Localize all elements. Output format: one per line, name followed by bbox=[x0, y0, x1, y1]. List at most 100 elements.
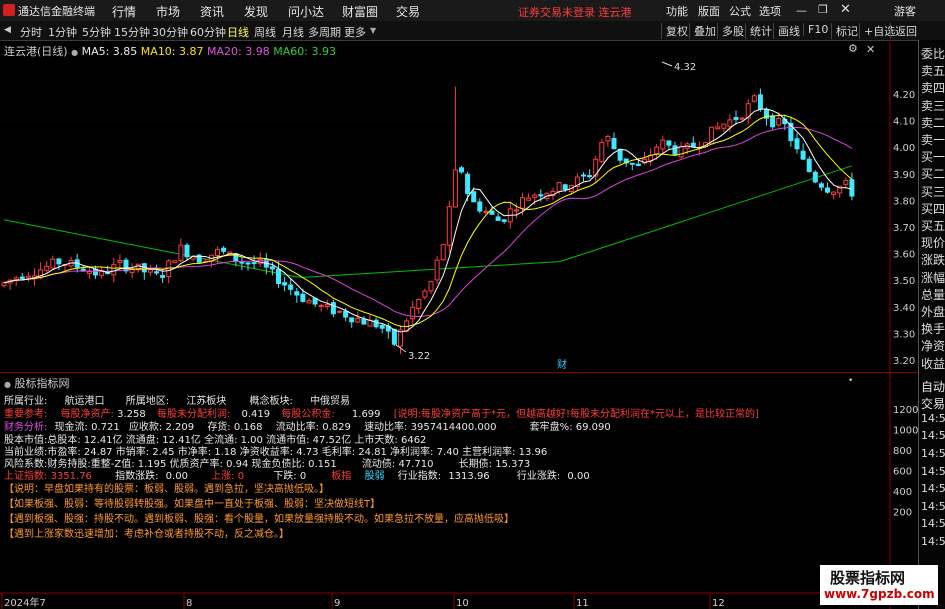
menu-formula[interactable]: 公式 bbox=[729, 3, 751, 19]
candle bbox=[154, 271, 159, 274]
side-panel-item[interactable]: 买三 bbox=[921, 183, 945, 200]
candle bbox=[440, 244, 446, 261]
period-daily[interactable]: 日线 bbox=[227, 24, 249, 40]
ma60-line bbox=[3, 165, 853, 278]
side-panel-item[interactable]: 14:5 bbox=[921, 535, 945, 548]
quote-side-panel[interactable]: 委比 卖五 卖四 卖三 卖二 卖一 买一 买二 买三 买四 买五 现价 涨跌 涨幅 总量 外盘 换手 净资 收益自动… bbox=[918, 40, 945, 609]
side-panel-item[interactable]: 买四 bbox=[921, 200, 945, 217]
note-2: 【如果板强、股弱：等待股弱转股强。如果盘中一直处于板强、股弱：坚决做短线T】 bbox=[4, 499, 381, 510]
side-panel-item[interactable]: 换手 bbox=[921, 320, 945, 337]
side-panel-item[interactable]: 买二 bbox=[921, 165, 945, 182]
side-panel-item[interactable]: 买五 bbox=[921, 217, 945, 234]
candle bbox=[111, 264, 117, 276]
price-tick: 3.40 bbox=[893, 303, 915, 314]
side-panel-item[interactable]: 涨幅 bbox=[921, 269, 945, 286]
menu-options[interactable]: 选项 bbox=[759, 3, 781, 19]
side-panel-item[interactable]: 涨跌 bbox=[921, 251, 945, 268]
close-icon[interactable]: ✕ bbox=[840, 2, 851, 17]
side-panel-item[interactable]: 卖二 bbox=[921, 114, 945, 131]
guest-button[interactable]: 游客 bbox=[894, 3, 916, 19]
menu-ask[interactable]: 问小达 bbox=[288, 3, 324, 20]
panel-divider[interactable] bbox=[0, 372, 918, 373]
side-panel-item[interactable]: 14:5 bbox=[921, 429, 945, 442]
site-watermark: 股票指标网 www.7gpzb.com bbox=[820, 565, 938, 605]
menu-wealth[interactable]: 财富圈 bbox=[342, 3, 378, 20]
candle bbox=[495, 216, 501, 221]
side-panel-item[interactable]: 卖一 bbox=[921, 131, 945, 148]
menu-discover[interactable]: 发现 bbox=[244, 3, 268, 20]
candle bbox=[556, 182, 562, 192]
side-panel-item[interactable]: 净资 bbox=[921, 337, 945, 354]
toolbar-mark-button[interactable]: 标记 bbox=[831, 23, 858, 39]
menu-trade[interactable]: 交易 bbox=[396, 3, 420, 20]
side-panel-item[interactable]: 14:5 bbox=[921, 482, 945, 495]
indicator-tick: 400 bbox=[893, 487, 912, 498]
period-more[interactable]: 更多 bbox=[344, 24, 366, 40]
side-panel-item[interactable]: 卖五 bbox=[921, 62, 945, 79]
candle bbox=[715, 126, 721, 130]
menu-quotes[interactable]: 行情 bbox=[112, 3, 136, 20]
collapse-icon[interactable]: ◀ bbox=[4, 25, 11, 35]
menu-function[interactable]: 功能 bbox=[666, 3, 688, 19]
period-1min[interactable]: 1分钟 bbox=[48, 24, 77, 40]
period-multi[interactable]: 多周期 bbox=[308, 24, 341, 40]
side-panel-item[interactable]: 卖四 bbox=[921, 79, 945, 96]
side-panel-item[interactable]: 14:5 bbox=[921, 500, 945, 513]
toolbar-overlay-button[interactable]: 叠加 bbox=[689, 23, 716, 39]
toolbar-draw-button[interactable]: 画线 bbox=[773, 23, 800, 39]
side-panel-item[interactable]: 买一 bbox=[921, 148, 945, 165]
indicator-title: 股标指标网 bbox=[14, 377, 70, 390]
date-tick: 9 bbox=[334, 598, 340, 609]
side-panel-item[interactable]: 收益 bbox=[921, 355, 945, 372]
side-panel-item[interactable]: 总量 bbox=[921, 286, 945, 303]
period-60min[interactable]: 60分钟 bbox=[190, 24, 226, 40]
period-intraday[interactable]: 分时 bbox=[20, 24, 42, 40]
toolbar-back-button[interactable]: 返回 bbox=[890, 23, 917, 39]
candle bbox=[215, 248, 220, 257]
period-15min[interactable]: 15分钟 bbox=[114, 24, 150, 40]
side-panel-item[interactable]: 交易 bbox=[921, 395, 945, 412]
candle bbox=[269, 266, 275, 270]
side-panel-item[interactable]: 14:5 bbox=[921, 517, 945, 530]
candle bbox=[733, 117, 739, 120]
menu-market[interactable]: 市场 bbox=[156, 3, 180, 20]
candle bbox=[794, 138, 800, 150]
more-dropdown-icon[interactable]: ▼ bbox=[370, 26, 376, 35]
indicator-settings-icon[interactable]: • bbox=[848, 376, 853, 386]
restore-icon[interactable]: ❐ bbox=[818, 3, 828, 16]
app-logo-icon bbox=[3, 4, 15, 16]
minimize-icon[interactable]: — bbox=[796, 4, 807, 17]
period-monthly[interactable]: 月线 bbox=[282, 24, 304, 40]
side-panel-item[interactable]: 现价 bbox=[921, 234, 945, 251]
candle bbox=[282, 282, 288, 286]
side-panel-item[interactable]: 14:5 bbox=[921, 465, 945, 478]
side-panel-item[interactable]: 卖三 bbox=[921, 97, 945, 114]
candle bbox=[654, 146, 660, 155]
indicator-tick: 800 bbox=[893, 446, 912, 457]
candle bbox=[221, 247, 227, 252]
toolbar-f10-button[interactable]: F10 bbox=[803, 23, 828, 36]
side-panel-item[interactable]: 14:5 bbox=[921, 412, 945, 425]
toolbar-adjust-button[interactable]: 复权 bbox=[661, 23, 688, 39]
period-30min[interactable]: 30分钟 bbox=[152, 24, 188, 40]
toolbar-stats-button[interactable]: 统计 bbox=[745, 23, 772, 39]
candle bbox=[251, 262, 257, 265]
period-weekly[interactable]: 周线 bbox=[254, 24, 276, 40]
candle bbox=[50, 258, 56, 269]
price-tick: 3.30 bbox=[893, 329, 915, 340]
period-5min[interactable]: 5分钟 bbox=[82, 24, 111, 40]
menu-news[interactable]: 资讯 bbox=[200, 3, 224, 20]
candle bbox=[806, 158, 812, 172]
side-panel-item[interactable]: 自动 bbox=[921, 378, 945, 395]
side-panel-item[interactable]: 外盘 bbox=[921, 303, 945, 320]
price-tick: 4.10 bbox=[893, 117, 915, 128]
candle bbox=[373, 319, 379, 328]
side-panel-item[interactable]: 委比 bbox=[921, 45, 945, 62]
login-notice: 证券交易未登录 连云港 bbox=[518, 6, 632, 19]
watermark-title: 股票指标网 bbox=[830, 569, 906, 587]
candle bbox=[818, 183, 824, 188]
menu-layout[interactable]: 版面 bbox=[698, 3, 720, 19]
candle bbox=[276, 268, 281, 285]
side-panel-item[interactable]: 14:5 bbox=[921, 447, 945, 460]
toolbar-multi-button[interactable]: 多股 bbox=[717, 23, 744, 39]
